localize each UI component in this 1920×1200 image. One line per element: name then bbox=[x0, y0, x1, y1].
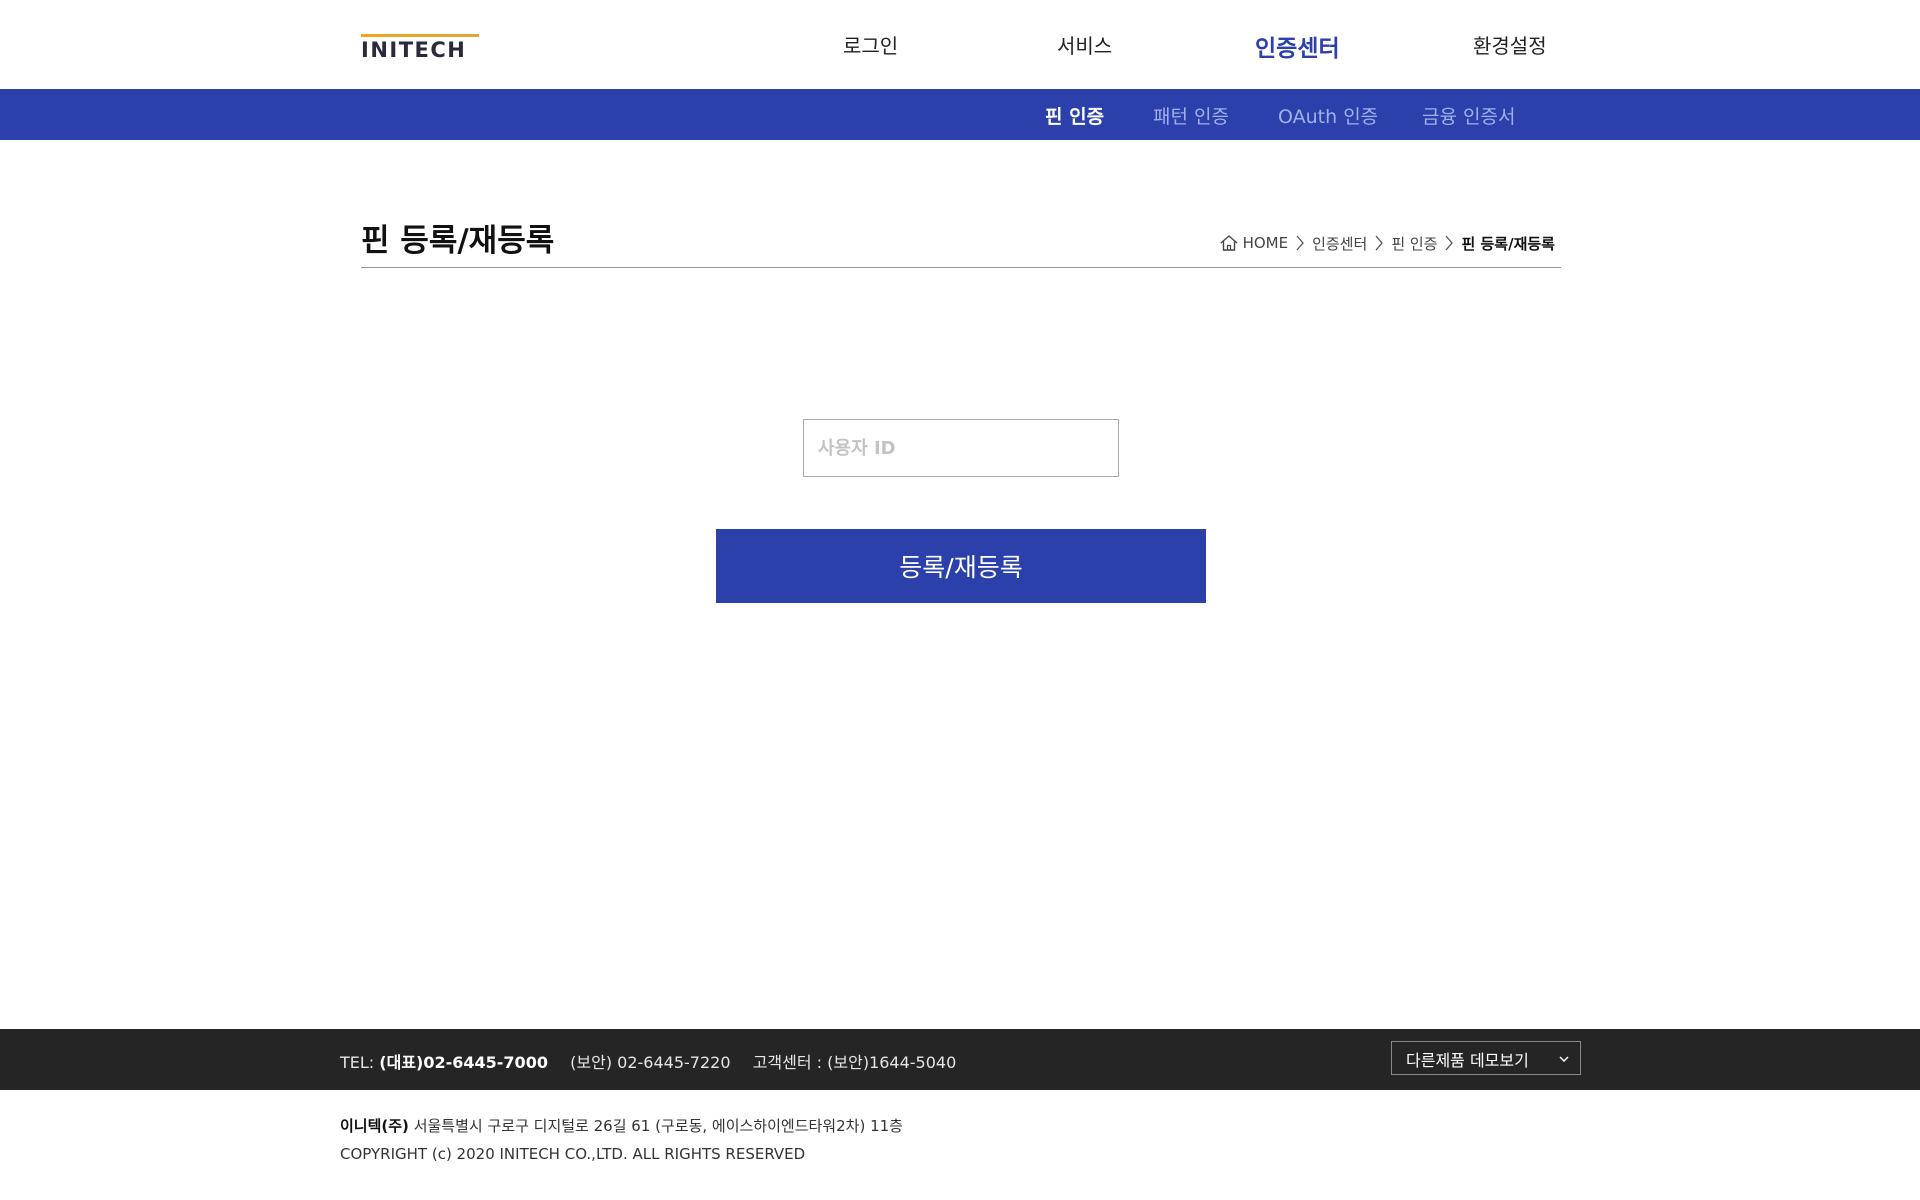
demo-select-label: 다른제품 데모보기 bbox=[1406, 1051, 1529, 1070]
tel-security: (보안) 02-6445-7220 bbox=[570, 1053, 731, 1072]
chevron-down-icon bbox=[1559, 1056, 1569, 1063]
chevron-right-icon bbox=[1375, 235, 1384, 251]
chevron-right-icon bbox=[1445, 235, 1454, 251]
title-divider bbox=[361, 267, 1561, 268]
register-button[interactable]: 등록/재등록 bbox=[716, 529, 1206, 603]
other-products-demo-select[interactable]: 다른제품 데모보기 bbox=[1391, 1041, 1581, 1075]
breadcrumb: HOME 인증센터 핀 인증 핀 등록/재등록 bbox=[1219, 232, 1555, 254]
footer-contact: TEL: (대표)02-6445-7000 (보안) 02-6445-7220 … bbox=[340, 1049, 956, 1073]
header: INITECH 로그인 서비스 인증센터 환경설정 bbox=[0, 0, 1920, 89]
global-nav: 로그인 서비스 인증센터 환경설정 bbox=[0, 0, 1920, 89]
customer-center: 고객센터 : (보안)1644-5040 bbox=[752, 1053, 957, 1072]
home-icon[interactable] bbox=[1219, 233, 1239, 253]
gnb-item-auth-center[interactable]: 인증센터 bbox=[1255, 29, 1340, 63]
company-address-line: 이니텍(주) 서울특별시 구로구 디지털로 26길 61 (구로동, 에이스하이… bbox=[340, 1112, 903, 1140]
page: INITECH 로그인 서비스 인증센터 환경설정 핀 인증 패턴 인증 OAu… bbox=[0, 0, 1920, 1200]
chevron-right-icon bbox=[1296, 235, 1304, 251]
gnb-item-login[interactable]: 로그인 bbox=[843, 30, 898, 59]
company-name: 이니텍(주) bbox=[340, 1117, 409, 1135]
breadcrumb-auth-center[interactable]: 인증센터 bbox=[1312, 233, 1367, 254]
sub-item-oauth[interactable]: OAuth 인증 bbox=[1278, 102, 1378, 129]
sub-nav: 핀 인증 패턴 인증 OAuth 인증 금융 인증서 bbox=[0, 89, 1920, 140]
sub-item-pin-auth[interactable]: 핀 인증 bbox=[1045, 102, 1104, 129]
page-title: 핀 등록/재등록 bbox=[361, 223, 555, 259]
footer-info: 이니텍(주) 서울특별시 구로구 디지털로 26길 61 (구로동, 에이스하이… bbox=[340, 1112, 903, 1168]
gnb-item-settings[interactable]: 환경설정 bbox=[1473, 30, 1547, 59]
user-id-input[interactable] bbox=[803, 419, 1119, 477]
breadcrumb-current: 핀 등록/재등록 bbox=[1461, 234, 1555, 253]
gnb-item-service[interactable]: 서비스 bbox=[1057, 30, 1112, 59]
sub-item-pattern-auth[interactable]: 패턴 인증 bbox=[1153, 102, 1229, 129]
tel-label: TEL: bbox=[340, 1053, 375, 1072]
sub-item-financial-cert[interactable]: 금융 인증서 bbox=[1422, 102, 1515, 129]
breadcrumb-pin-auth[interactable]: 핀 인증 bbox=[1391, 233, 1437, 254]
copyright: COPYRIGHT (c) 2020 INITECH CO.,LTD. ALL … bbox=[340, 1145, 806, 1163]
breadcrumb-home[interactable]: HOME bbox=[1243, 234, 1289, 252]
company-address: 서울특별시 구로구 디지털로 26길 61 (구로동, 에이스하이엔드타워2차)… bbox=[413, 1117, 903, 1135]
footer-bar: TEL: (대표)02-6445-7000 (보안) 02-6445-7220 … bbox=[0, 1029, 1920, 1090]
tel-main: (대표)02-6445-7000 bbox=[379, 1053, 548, 1072]
